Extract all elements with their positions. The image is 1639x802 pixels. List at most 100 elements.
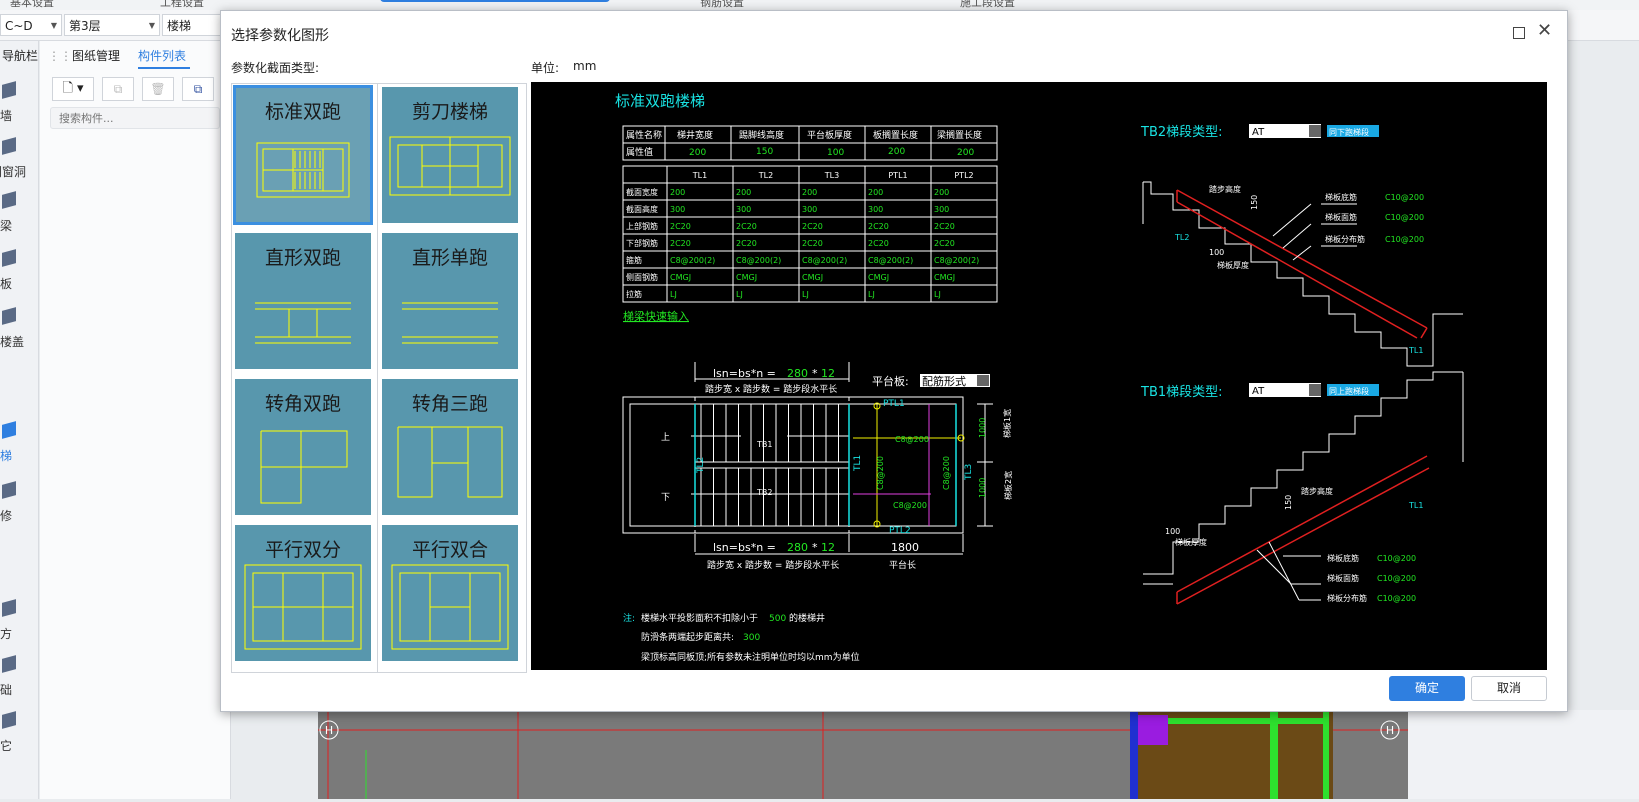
tb2-label: TB2 bbox=[756, 488, 772, 497]
canvas-right-gutter bbox=[1408, 710, 1639, 799]
earthwork-icon bbox=[2, 599, 16, 617]
shape-straight-single-run[interactable]: 直形单跑 bbox=[382, 233, 518, 369]
axis-combo[interactable]: C~D ▼ bbox=[0, 14, 62, 36]
nav-item-wall[interactable]: 墙 bbox=[0, 81, 38, 129]
beam-table-row-label: 侧面钢筋 bbox=[626, 272, 658, 282]
tb2-thick: 100 bbox=[1209, 248, 1224, 257]
nav-item-door-window[interactable]: 门窗洞 bbox=[0, 137, 38, 185]
category-combo[interactable]: 楼梯 bbox=[162, 14, 222, 36]
beam-table-cell: 200 bbox=[736, 188, 751, 197]
tab-rebar-settings[interactable]: 钢筋设置 bbox=[700, 0, 744, 10]
platform-label: 平台板: bbox=[872, 374, 909, 388]
tb2-dropdown-icon[interactable] bbox=[1309, 125, 1321, 137]
beam-table-cell: 2C20 bbox=[868, 239, 889, 248]
tb2-face-rebar: 梯板面筋 bbox=[1325, 212, 1357, 222]
prop-header: 平台板厚度 bbox=[807, 129, 852, 141]
nav-item-other[interactable]: 其它 bbox=[0, 711, 38, 759]
beam-table-cell: 200 bbox=[670, 188, 685, 197]
tb1-dropdown-icon[interactable] bbox=[1309, 384, 1321, 396]
note-line2: 防滑条两端起步距离共: bbox=[641, 631, 734, 643]
nav-item-hollow-floor[interactable]: 空心楼盖 bbox=[0, 307, 38, 355]
drag-handle[interactable]: ⋮⋮ bbox=[48, 49, 72, 63]
layer-copy-icon[interactable]: ⧉ bbox=[182, 77, 214, 101]
nav-item-decoration[interactable]: 装修 bbox=[0, 481, 38, 529]
preview-panel: 标准双跑楼梯 属性名称 梯井宽度 踢脚线高度 平台板厚度 板搁置长度 梁搁置长度… bbox=[531, 82, 1547, 670]
tab-drawing-manage[interactable]: 图纸管理 bbox=[72, 47, 120, 64]
note-line1: 楼梯水平投影面积不扣除小于 bbox=[641, 612, 758, 624]
tb2-tl-b: TL1 bbox=[1408, 346, 1423, 355]
formula-star: * bbox=[812, 367, 818, 380]
nav-item-foundation[interactable]: 基础 bbox=[0, 655, 38, 703]
nav-item-slab[interactable]: 板 bbox=[0, 249, 38, 297]
tb2-h150: 150 bbox=[1250, 195, 1259, 210]
active-tab-indicator bbox=[380, 0, 610, 2]
beam-table-cell: 2C20 bbox=[736, 222, 757, 231]
tab-component-list[interactable]: 构件列表 bbox=[138, 47, 186, 64]
door-icon bbox=[2, 137, 16, 155]
note-line3: 梁顶标高同板顶;所有参数未注明单位时均以mm为单位 bbox=[641, 651, 860, 663]
tab-project-settings[interactable]: 工程设置 bbox=[160, 0, 204, 10]
prop-value: 100 bbox=[827, 148, 844, 158]
nav-item-earthwork[interactable]: 土方 bbox=[0, 599, 38, 647]
beam-table-header: PTL1 bbox=[888, 171, 907, 180]
tb2-type-value: AT bbox=[1252, 127, 1265, 138]
tb2-dist-val: C10@200 bbox=[1385, 235, 1424, 244]
shape-scissor-stair[interactable]: 剪刀楼梯 bbox=[382, 87, 518, 223]
beam-table-cell: CMGJ bbox=[868, 273, 889, 282]
beam-table-row-label: 箍筋 bbox=[626, 255, 642, 265]
down-label: 下 bbox=[661, 493, 670, 503]
beam-table-cell: CMGJ bbox=[736, 273, 757, 282]
left-navigation: 导航栏 墙 门窗洞 梁 板 空心楼盖 楼梯 装修 土方 基础 其它 bbox=[0, 41, 39, 799]
step-count: 12 bbox=[821, 367, 835, 380]
prop-header: 梁搁置长度 bbox=[937, 129, 982, 141]
tb1-thick: 100 bbox=[1165, 527, 1180, 536]
tb2-step-height: 踏步高度 bbox=[1209, 184, 1241, 194]
tab-construction-settings[interactable]: 施工段设置 bbox=[960, 0, 1015, 10]
beam-table-cell: 300 bbox=[934, 205, 949, 214]
prop-value: 200 bbox=[888, 147, 905, 157]
drawing-canvas[interactable]: H H bbox=[318, 710, 1408, 799]
shape-parallel-split[interactable]: 平行双分 bbox=[235, 525, 371, 661]
beam-table-row-label: 上部钢筋 bbox=[626, 221, 658, 231]
close-icon[interactable]: ✕ bbox=[1537, 21, 1552, 41]
beam-table-cell: LJ bbox=[934, 290, 941, 299]
shape-parallel-merge[interactable]: 平行双合 bbox=[382, 525, 518, 661]
new-component-icon[interactable]: 🗋 ▾ bbox=[52, 77, 94, 101]
beam-table-cell: 200 bbox=[934, 188, 949, 197]
delete-icon[interactable]: 🗑 bbox=[142, 77, 174, 101]
stair-icon bbox=[2, 421, 16, 439]
lsn-formula-top: lsn=bs*n = bbox=[713, 367, 776, 380]
parametric-shape-dialog: 选择参数化图形 ✕ 参数化截面类型: 单位: mm 标准双跑 剪刀楼梯 直形双跑 bbox=[220, 10, 1568, 712]
beam-table-cell: C8@200(2) bbox=[802, 256, 847, 265]
tab-basic-settings[interactable]: 基本设置 bbox=[10, 0, 54, 10]
beam-table-cell: LJ bbox=[802, 290, 809, 299]
shape-standard-double-run[interactable]: 标准双跑 bbox=[233, 85, 373, 225]
shape-corner-double-run[interactable]: 转角双跑 bbox=[235, 379, 371, 515]
tl3-label: TL3 bbox=[964, 464, 974, 481]
copy-icon[interactable]: ⧉ bbox=[102, 77, 134, 101]
dim-1000-b: 1000 bbox=[978, 478, 987, 498]
formula-star-bottom: * bbox=[812, 541, 818, 554]
tb1-dist-rebar: 梯板分布筋 bbox=[1327, 593, 1367, 603]
lsn-formula-bottom: lsn=bs*n = bbox=[713, 541, 776, 554]
rebar-label: C8@200 bbox=[895, 435, 929, 444]
shape-straight-double-run[interactable]: 直形双跑 bbox=[235, 233, 371, 369]
beam-table-cell: 300 bbox=[736, 205, 751, 214]
tb2-dist-rebar: 梯板分布筋 bbox=[1325, 234, 1365, 244]
maximize-icon[interactable] bbox=[1513, 27, 1525, 39]
rebar-label: C8@200 bbox=[876, 456, 885, 490]
nav-item-beam[interactable]: 梁 bbox=[0, 191, 38, 239]
section-type-label: 参数化截面类型: bbox=[231, 61, 320, 75]
component-search-input[interactable] bbox=[50, 107, 220, 129]
cancel-button[interactable]: 取消 bbox=[1471, 676, 1547, 701]
shape-corner-triple-run[interactable]: 转角三跑 bbox=[382, 379, 518, 515]
tb1-bottom-val: C10@200 bbox=[1377, 554, 1416, 563]
platform-dropdown-icon[interactable] bbox=[977, 375, 989, 386]
floor-combo[interactable]: 第3层 ▼ bbox=[64, 14, 160, 36]
quick-input-link: 梯梁快速输入 bbox=[623, 309, 689, 323]
ok-button[interactable]: 确定 bbox=[1389, 676, 1465, 701]
nav-item-stair[interactable]: 楼梯 bbox=[0, 421, 38, 469]
beam-table-cell: LJ bbox=[670, 290, 677, 299]
tl1-label: TL1 bbox=[853, 455, 863, 472]
beam-table-cell: 300 bbox=[802, 205, 817, 214]
